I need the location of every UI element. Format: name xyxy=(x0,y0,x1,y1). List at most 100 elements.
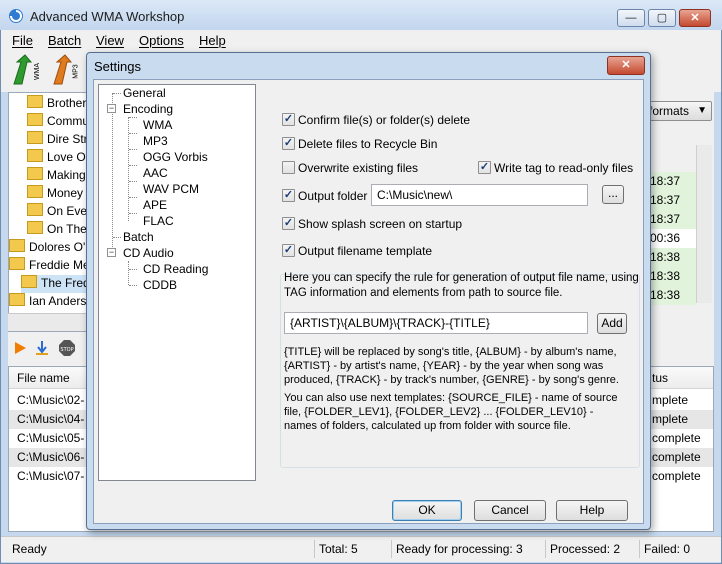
ok-button[interactable]: OK xyxy=(392,500,462,521)
folder-tree[interactable]: Brothers Commu Dire Stra Love Ov Making … xyxy=(8,92,88,332)
play-icon[interactable] xyxy=(12,340,28,356)
tree-line xyxy=(129,165,137,166)
maximize-button[interactable]: ▢ xyxy=(648,9,676,27)
overwrite-label: Overwrite existing files xyxy=(298,161,419,175)
convert-wma-button[interactable]: WMA xyxy=(11,54,41,88)
folder-icon xyxy=(9,257,25,270)
app-title: Advanced WMA Workshop xyxy=(30,9,185,24)
status-ready-processing: Ready for processing: 3 xyxy=(396,542,523,556)
status-divider xyxy=(314,540,315,558)
tree-item-cddb[interactable]: CDDB xyxy=(143,277,177,293)
horizontal-scrollbar[interactable] xyxy=(8,313,88,331)
template-help-line: {TITLE} will be replaced by song's title… xyxy=(284,346,617,358)
minimize-button[interactable]: — xyxy=(617,9,645,27)
time-cell: 18:38 xyxy=(646,286,696,305)
tree-item[interactable]: Brothers xyxy=(27,95,87,113)
status-ready: Ready xyxy=(12,542,47,556)
menu-file[interactable]: File xyxy=(12,33,33,48)
tree-item-selected[interactable]: The Fred xyxy=(21,275,87,293)
tree-item-cd-audio[interactable]: CD Audio xyxy=(123,245,174,261)
time-cell: 18:37 xyxy=(646,172,696,191)
tree-line xyxy=(129,197,137,198)
recycle-bin-checkbox[interactable]: ✓ xyxy=(282,137,295,150)
tree-item[interactable]: Dolores O'R xyxy=(9,239,87,257)
queue-icon[interactable] xyxy=(34,340,50,356)
tree-item-wma[interactable]: WMA xyxy=(143,117,172,133)
template-help-line: produced, {TRACK} - by track's number, {… xyxy=(284,374,619,386)
folder-icon xyxy=(27,221,43,234)
template-intro-line: Here you can specify the rule for genera… xyxy=(284,272,639,284)
output-folder-label: Output folder : xyxy=(298,189,375,203)
time-cell: 18:38 xyxy=(646,267,696,286)
tree-item-aac[interactable]: AAC xyxy=(143,165,168,181)
template-input[interactable]: {ARTIST}\{ALBUM}\{TRACK}-{TITLE} xyxy=(284,312,588,334)
tree-line xyxy=(129,133,137,134)
tree-line xyxy=(113,237,121,238)
close-button[interactable]: ✕ xyxy=(679,9,711,27)
tree-item[interactable]: Freddie Mer xyxy=(9,257,87,275)
tree-item[interactable]: Commu xyxy=(27,113,87,131)
menu-help[interactable]: Help xyxy=(199,33,226,48)
time-cell: 00:36 xyxy=(646,229,696,248)
write-tag-label: Write tag to read-only files xyxy=(494,161,634,175)
wma-label: WMA xyxy=(34,62,42,81)
collapse-icon[interactable]: − xyxy=(107,248,116,257)
tree-item-general[interactable]: General xyxy=(123,85,166,101)
template-help-line: names of folders, calculated up from fol… xyxy=(284,420,571,432)
output-folder-checkbox[interactable]: ✓ xyxy=(282,189,295,202)
overwrite-checkbox[interactable] xyxy=(282,161,295,174)
vertical-scrollbar[interactable] xyxy=(696,145,712,303)
column-status[interactable]: tus xyxy=(652,371,668,385)
menu-view[interactable]: View xyxy=(96,33,124,48)
tree-item[interactable]: Money f xyxy=(27,185,87,203)
chevron-down-icon: ▼ xyxy=(697,105,707,116)
tree-item-encoding[interactable]: Encoding xyxy=(123,101,173,117)
dialog-close-button[interactable]: ✕ xyxy=(607,56,645,75)
tree-line xyxy=(129,285,137,286)
tree-item-batch[interactable]: Batch xyxy=(123,229,154,245)
menu-options[interactable]: Options xyxy=(139,33,184,48)
recycle-bin-label: Delete files to Recycle Bin xyxy=(298,137,438,151)
tree-line xyxy=(129,117,137,118)
filename-template-label: Output filename template xyxy=(298,244,436,258)
tree-line xyxy=(113,93,121,94)
collapse-icon[interactable]: − xyxy=(107,104,116,113)
dialog-title: Settings xyxy=(94,59,141,74)
splash-checkbox[interactable]: ✓ xyxy=(282,217,295,230)
tree-item[interactable]: On The xyxy=(27,221,87,239)
confirm-delete-checkbox[interactable]: ✓ xyxy=(282,113,295,126)
filename-template-checkbox[interactable]: ✓ xyxy=(282,244,295,257)
stop-icon[interactable]: STOP xyxy=(58,339,76,357)
folder-icon xyxy=(27,203,43,216)
column-file-name[interactable]: File name xyxy=(17,371,70,385)
tree-item[interactable]: Making xyxy=(27,167,86,185)
add-button[interactable]: Add xyxy=(597,313,627,334)
convert-mp3-button[interactable]: MP3 xyxy=(51,54,80,88)
help-button[interactable]: Help xyxy=(556,500,628,521)
tree-item-cd-reading[interactable]: CD Reading xyxy=(143,261,208,277)
tree-item-flac[interactable]: FLAC xyxy=(143,213,174,229)
tree-line xyxy=(112,93,113,247)
app-icon xyxy=(8,8,24,24)
menu-batch[interactable]: Batch xyxy=(48,33,81,48)
settings-tree[interactable]: General − Encoding WMA MP3 OGG Vorbis AA… xyxy=(98,84,256,481)
folder-icon xyxy=(27,185,43,198)
menu-bar: File Batch View Options Help xyxy=(1,30,721,50)
time-cell: 18:38 xyxy=(646,248,696,267)
tree-item[interactable]: Dire Stra xyxy=(27,131,87,149)
tree-item-ogg[interactable]: OGG Vorbis xyxy=(143,149,208,165)
tree-item-mp3[interactable]: MP3 xyxy=(143,133,168,149)
output-folder-input[interactable]: C:\Music\new\ xyxy=(371,184,588,206)
tree-item-wav[interactable]: WAV PCM xyxy=(143,181,199,197)
cancel-button[interactable]: Cancel xyxy=(474,500,546,521)
tree-item[interactable]: Love Ov xyxy=(27,149,87,167)
folder-icon xyxy=(27,149,43,162)
tree-item-ape[interactable]: APE xyxy=(143,197,167,213)
browse-button[interactable]: ... xyxy=(602,185,624,204)
tree-item[interactable]: On Every xyxy=(27,203,87,221)
settings-dialog: Settings ✕ General − Encoding WMA MP3 OG… xyxy=(86,52,651,530)
tree-item[interactable]: Ian Anderson xyxy=(9,293,87,311)
confirm-delete-label: Confirm file(s) or folder(s) delete xyxy=(298,113,471,127)
write-tag-checkbox[interactable]: ✓ xyxy=(478,161,491,174)
time-cell: 18:37 xyxy=(646,191,696,210)
